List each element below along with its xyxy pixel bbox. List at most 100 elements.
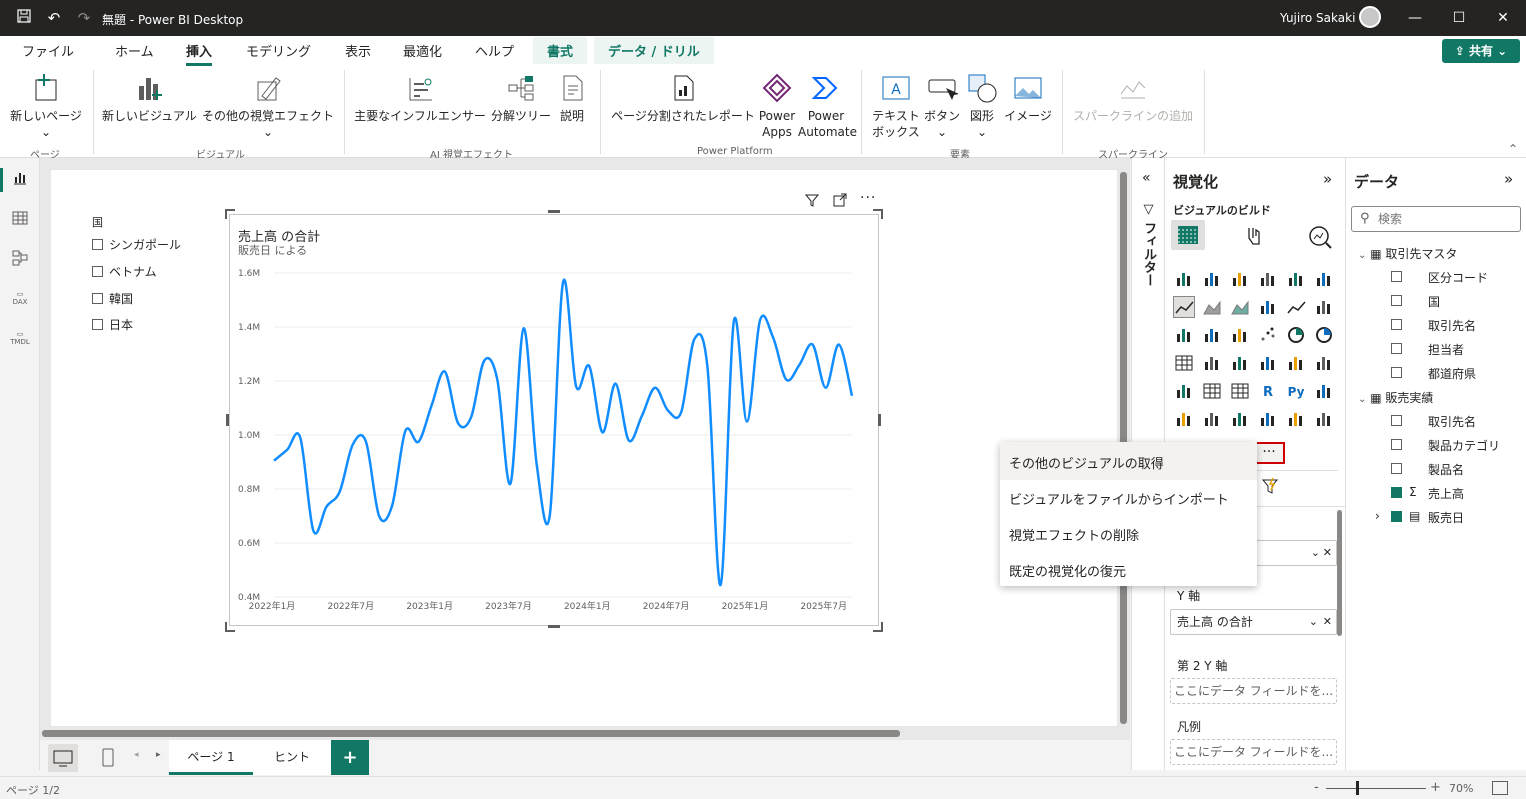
collapse-viz-icon[interactable]: »	[1323, 170, 1332, 188]
field-checkbox[interactable]	[1391, 487, 1402, 498]
resize-handle[interactable]	[226, 414, 229, 426]
power-automate-button[interactable]: Power Automate	[798, 72, 857, 140]
viz-pane-scrollbar[interactable]	[1337, 510, 1342, 636]
field-checkbox[interactable]	[1391, 271, 1402, 282]
model-view-icon[interactable]	[10, 250, 30, 270]
resize-handle[interactable]	[548, 625, 560, 628]
search-input[interactable]	[1378, 210, 1516, 228]
100-bar-visual-icon[interactable]	[1285, 268, 1307, 290]
100-column-visual-icon[interactable]	[1313, 268, 1335, 290]
checkbox[interactable]	[92, 293, 103, 304]
resize-handle[interactable]	[225, 622, 235, 632]
new-visual-button[interactable]: 新しいビジュアル	[102, 72, 197, 124]
tab-modeling[interactable]: モデリング	[246, 41, 311, 60]
line-visual-icon[interactable]	[1173, 296, 1195, 318]
resize-handle[interactable]	[878, 414, 881, 426]
area-visual-icon[interactable]	[1201, 296, 1223, 318]
smart-narrative-icon[interactable]	[1259, 476, 1281, 498]
buttons-button[interactable]: ボタン ⌄	[924, 72, 960, 140]
qa-visual-icon[interactable]	[1201, 408, 1223, 430]
minimize-icon[interactable]: —	[1402, 6, 1428, 30]
tab-optimize[interactable]: 最適化	[403, 41, 442, 60]
checkbox[interactable]	[92, 266, 103, 277]
donut-visual-icon[interactable]	[1313, 324, 1335, 346]
more-options-icon[interactable]: ···	[860, 190, 876, 206]
field-checkbox[interactable]	[1391, 463, 1402, 474]
table-view-icon[interactable]	[10, 210, 30, 230]
line-chart-visual[interactable]: 売上高 の合計 販売日 による 1.6M 1.4M 1.2M 1.0M 0.8M 0.6M…	[229, 214, 879, 626]
shapes-button[interactable]: 図形 ⌄	[966, 72, 998, 140]
field-checkbox[interactable]	[1391, 319, 1402, 330]
filter-icon[interactable]	[804, 192, 820, 208]
clustered-bar-visual-icon[interactable]	[1229, 268, 1251, 290]
field-name[interactable]: 取引先名	[1428, 413, 1476, 430]
menu-item-get-more-visuals[interactable]: その他のビジュアルの取得	[1009, 453, 1164, 472]
scatter-visual-icon[interactable]	[1257, 324, 1279, 346]
map-visual-icon[interactable]	[1173, 324, 1195, 346]
narrative-visual-icon[interactable]	[1257, 408, 1279, 430]
avatar[interactable]	[1359, 6, 1381, 28]
remove-field-icon[interactable]: ✕	[1323, 541, 1332, 565]
mobile-layout-icon[interactable]	[98, 744, 118, 772]
field-name[interactable]: 担当者	[1428, 341, 1464, 358]
more-visuals-button[interactable]: その他の視覚エフェクト ⌄	[201, 72, 335, 140]
expand-filters-icon[interactable]: «	[1142, 170, 1151, 186]
funnel-visual-icon[interactable]	[1229, 324, 1251, 346]
add-page-button[interactable]: +	[331, 740, 369, 775]
search-box[interactable]: ⚲	[1351, 206, 1521, 232]
horizontal-scrollbar[interactable]	[42, 730, 900, 737]
decomp-tree-visual-icon[interactable]	[1173, 408, 1195, 430]
page-tab-1[interactable]: ページ 1	[169, 740, 253, 775]
filled-map-visual-icon[interactable]	[1201, 352, 1223, 374]
field-checkbox[interactable]	[1391, 511, 1402, 522]
report-view-icon[interactable]	[10, 170, 30, 190]
tab-format[interactable]: 書式	[533, 37, 588, 64]
new-page-button[interactable]: 新しいページ ⌄	[8, 72, 84, 140]
line-column-visual-icon[interactable]	[1313, 296, 1335, 318]
slicer-item[interactable]: 日本	[92, 316, 133, 333]
clustered-column-visual-icon[interactable]	[1257, 268, 1279, 290]
collapse-data-icon[interactable]: »	[1504, 170, 1513, 188]
tab-home[interactable]: ホーム	[115, 41, 154, 60]
format-visual-icon[interactable]	[1243, 224, 1267, 248]
paginated-report-button[interactable]: ページ分割されたレポート	[610, 72, 756, 124]
stacked-column-visual-icon[interactable]	[1201, 268, 1223, 290]
slicer-item[interactable]: 韓国	[92, 290, 133, 307]
narrative-button[interactable]: 説明	[556, 72, 588, 124]
kpi-visual-icon[interactable]	[1313, 352, 1335, 374]
legend-drop-zone[interactable]: ここにデータ フィールドを...	[1170, 739, 1337, 765]
undo-icon[interactable]: ↶	[44, 8, 64, 28]
tmdl-view-icon[interactable]: ▭ TMDL	[10, 330, 30, 350]
decomp-tree-button[interactable]: 分解ツリー	[490, 72, 552, 124]
field-checkbox[interactable]	[1391, 343, 1402, 354]
checkbox[interactable]	[92, 319, 103, 330]
analytics-icon[interactable]	[1307, 224, 1333, 250]
add-sparkline-button[interactable]: スパークラインの追加	[1072, 72, 1194, 124]
zoom-slider-thumb[interactable]	[1356, 781, 1359, 795]
secondary-y-axis-drop-zone[interactable]: ここにデータ フィールドを...	[1170, 678, 1337, 704]
image-button[interactable]: イメージ	[1002, 72, 1054, 124]
field-name[interactable]: 国	[1428, 293, 1440, 310]
fit-to-page-icon[interactable]	[1492, 781, 1508, 795]
resize-handle[interactable]	[225, 209, 235, 219]
table-node[interactable]: ⌄ ▦ 販売実績	[1358, 389, 1433, 406]
treemap-visual-icon[interactable]	[1201, 324, 1223, 346]
card-visual-icon[interactable]	[1285, 352, 1307, 374]
ribbon-visual-icon[interactable]	[1257, 296, 1279, 318]
key-influencers-visual-icon[interactable]	[1313, 380, 1335, 402]
tab-insert[interactable]: 挿入	[186, 41, 213, 66]
chevron-down-icon[interactable]: ⌄	[1309, 610, 1318, 634]
slicer-visual-icon[interactable]	[1173, 380, 1195, 402]
gauge-visual-icon[interactable]	[1257, 352, 1279, 374]
dax-query-view-icon[interactable]: ▭ DAX	[10, 290, 30, 310]
menu-item-restore-defaults[interactable]: 既定の視覚化の復元	[1009, 561, 1126, 580]
get-more-visuals-button[interactable]: ···	[1253, 442, 1285, 464]
field-checkbox[interactable]	[1391, 295, 1402, 306]
tab-view[interactable]: 表示	[345, 41, 371, 60]
chevron-down-icon[interactable]: ⌄	[1358, 394, 1366, 405]
scroll-left-icon[interactable]: ◂	[134, 750, 139, 760]
resize-handle[interactable]	[548, 210, 560, 213]
share-button[interactable]: ⇪ 共有 ⌄	[1442, 39, 1520, 63]
pie-visual-icon[interactable]	[1285, 324, 1307, 346]
field-name[interactable]: 都道府県	[1428, 365, 1476, 382]
